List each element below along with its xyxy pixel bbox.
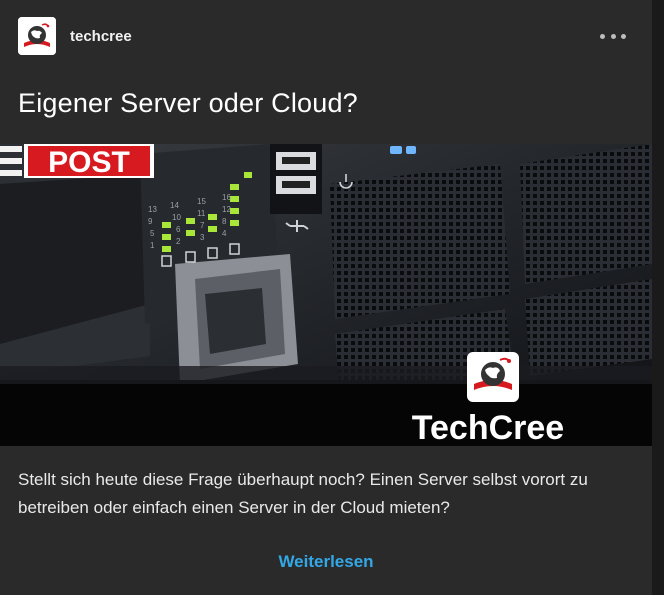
port-label: 16: [222, 193, 231, 202]
post-excerpt: Stellt sich heute diese Frage überhaupt …: [18, 470, 588, 517]
more-horizontal-icon[interactable]: [600, 27, 626, 45]
port-label: 11: [197, 209, 206, 218]
dot: [610, 33, 616, 39]
port-label: 4: [222, 229, 227, 238]
port-label: 8: [222, 217, 227, 226]
port-label: 14: [170, 201, 179, 210]
port-label: 1: [150, 241, 155, 250]
port-label: 3: [200, 233, 205, 242]
post-header: techcree: [18, 17, 634, 55]
blog-name[interactable]: techcree: [70, 28, 132, 45]
globe-book-logo-icon: [18, 17, 56, 55]
post-card: techcree Eigener Server oder Cloud? 13 1…: [0, 0, 652, 595]
post-image[interactable]: 13 14 15 16 9 10 11 12 5 6 7 8 1 2 3 4 P…: [0, 144, 652, 446]
dot: [600, 33, 605, 39]
blue-led: [390, 146, 402, 154]
brand-text: TechCree: [412, 409, 564, 446]
blue-led: [406, 146, 416, 154]
port-label: 7: [200, 221, 205, 230]
post-title: Eigener Server oder Cloud?: [18, 88, 358, 118]
blog-avatar[interactable]: [18, 17, 56, 55]
port-label: 5: [150, 229, 155, 238]
scrollbar[interactable]: [652, 0, 664, 595]
port-label: 2: [176, 237, 181, 246]
port-label: 9: [148, 217, 153, 226]
port-label: 13: [148, 205, 157, 214]
server-rack-illustration: 13 14 15 16 9 10 11 12 5 6 7 8 1 2 3 4 P…: [0, 144, 652, 446]
port-label: 15: [197, 197, 206, 206]
port-label: 6: [176, 225, 181, 234]
read-more-link[interactable]: Weiterlesen: [0, 552, 652, 572]
port-label: 10: [172, 213, 181, 222]
badge-text: POST: [48, 146, 130, 179]
dot: [621, 33, 626, 39]
port-label: 12: [222, 205, 231, 214]
